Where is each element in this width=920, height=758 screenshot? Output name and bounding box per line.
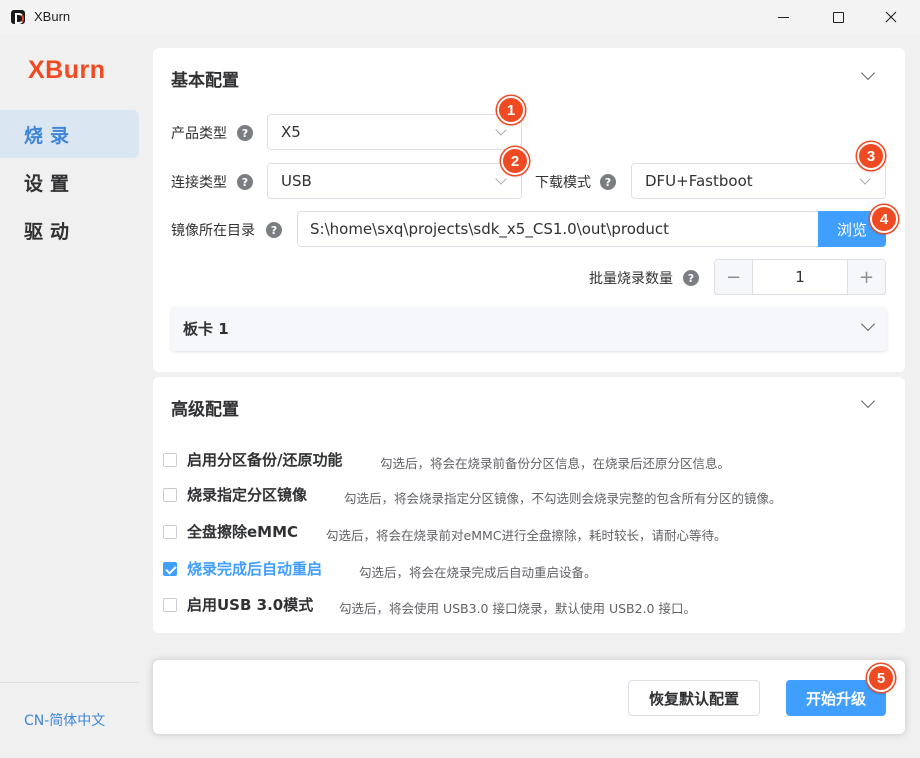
batch-count-value[interactable]: 1: [753, 260, 847, 294]
close-button[interactable]: [868, 0, 914, 34]
sidebar-divider: [0, 682, 139, 683]
option-desc-erase-emmc: 勾选后，将会在烧录前对eMMC进行全盘擦除，耗时较长，请耐心等待。: [326, 528, 727, 543]
board-title: 板卡 1: [183, 320, 229, 338]
product-type-select[interactable]: X5: [267, 114, 522, 150]
minimize-button[interactable]: [760, 0, 806, 34]
download-mode-value: DFU+Fastboot: [645, 172, 753, 190]
option-label-auto-reboot[interactable]: 烧录完成后自动重启: [187, 558, 322, 579]
option-checkbox-usb3[interactable]: [163, 598, 177, 612]
connection-type-select[interactable]: USB: [267, 163, 522, 199]
sidebar-item-driver[interactable]: 驱动: [0, 206, 139, 254]
advanced-collapse-chevron-icon[interactable]: [860, 393, 876, 409]
decrement-button[interactable]: −: [715, 260, 753, 294]
batch-count-stepper[interactable]: − 1 +: [714, 259, 886, 295]
option-desc-usb3: 勾选后，将会使用 USB3.0 接口烧录，默认使用 USB2.0 接口。: [339, 601, 696, 616]
option-checkbox-auto-reboot[interactable]: [163, 562, 177, 576]
close-icon: [885, 11, 897, 23]
option-label-erase-emmc[interactable]: 全盘擦除eMMC: [187, 521, 298, 542]
download-mode-help-icon[interactable]: ?: [600, 174, 616, 190]
basic-config-title: 基本配置: [171, 71, 239, 91]
option-desc-auto-reboot: 勾选后，将会在烧录完成后自动重启设备。: [359, 565, 597, 580]
option-checkbox-erase-emmc[interactable]: [163, 525, 177, 539]
image-dir-input[interactable]: S:\home\sxq\projects\sdk_x5_CS1.0\out\pr…: [297, 211, 819, 247]
option-desc-partition-image: 勾选后，将会烧录指定分区镜像，不勾选则会烧录完整的包含所有分区的镜像。: [344, 491, 782, 506]
batch-count-help-icon[interactable]: ?: [683, 270, 699, 286]
board-panel[interactable]: 板卡 1: [171, 307, 887, 351]
annotation-badge: 4: [870, 205, 898, 233]
sidebar: XBurn 烧录 设置 驱动 CN-简体中文: [0, 34, 150, 758]
product-type-label: 产品类型: [171, 126, 227, 142]
option-label-partition-backup[interactable]: 启用分区备份/还原功能: [187, 449, 342, 470]
option-checkbox-partition-backup[interactable]: [163, 453, 177, 467]
minimize-icon: [777, 16, 789, 18]
basic-collapse-chevron-icon[interactable]: [860, 65, 876, 81]
increment-button[interactable]: +: [847, 260, 885, 294]
sidebar-item-settings[interactable]: 设置: [0, 158, 139, 206]
annotation-badge: 1: [497, 96, 525, 124]
sidebar-item-burn[interactable]: 烧录: [0, 110, 139, 158]
title-bar: XBurn: [0, 0, 920, 34]
annotation-badge: 2: [501, 147, 529, 175]
option-desc-partition-backup: 勾选后，将会在烧录前备份分区信息，在烧录后还原分区信息。: [380, 456, 731, 471]
basic-config-card: 基本配置 产品类型 ? X5 连接类型 ? USB 下载模式 ? DFU+Fas…: [153, 48, 905, 372]
restore-defaults-button[interactable]: 恢复默认配置: [628, 680, 760, 716]
product-type-help-icon[interactable]: ?: [237, 125, 253, 141]
connection-type-help-icon[interactable]: ?: [237, 174, 253, 190]
batch-count-label: 批量烧录数量: [589, 271, 673, 287]
chevron-down-icon: [495, 124, 507, 136]
connection-type-label: 连接类型: [171, 175, 227, 191]
window-title: XBurn: [34, 9, 71, 24]
download-mode-select[interactable]: DFU+Fastboot: [631, 163, 886, 199]
advanced-config-title: 高级配置: [171, 400, 239, 420]
annotation-badge: 5: [867, 664, 895, 692]
option-label-partition-image[interactable]: 烧录指定分区镜像: [187, 484, 307, 505]
advanced-config-card: 高级配置 启用分区备份/还原功能 勾选后，将会在烧录前备份分区信息，在烧录后还原…: [153, 377, 905, 633]
download-mode-label: 下载模式: [535, 175, 591, 191]
chevron-down-icon: [495, 173, 507, 185]
image-dir-help-icon[interactable]: ?: [266, 222, 282, 238]
maximize-icon: [832, 11, 844, 23]
option-label-usb3[interactable]: 启用USB 3.0模式: [187, 594, 313, 615]
image-dir-value: S:\home\sxq\projects\sdk_x5_CS1.0\out\pr…: [310, 220, 670, 238]
language-selector[interactable]: CN-简体中文: [24, 710, 105, 730]
chevron-down-icon: [859, 173, 871, 185]
product-type-value: X5: [281, 123, 301, 141]
app-logo-icon: [11, 10, 25, 24]
annotation-badge: 3: [857, 142, 885, 170]
option-checkbox-partition-image[interactable]: [163, 488, 177, 502]
board-collapse-chevron-icon[interactable]: [860, 316, 876, 332]
maximize-button[interactable]: [815, 0, 861, 34]
image-dir-label: 镜像所在目录: [171, 223, 255, 239]
action-footer: 恢复默认配置 开始升级 5: [153, 660, 905, 734]
brand-logo: XBurn: [28, 56, 106, 84]
connection-type-value: USB: [281, 172, 312, 190]
